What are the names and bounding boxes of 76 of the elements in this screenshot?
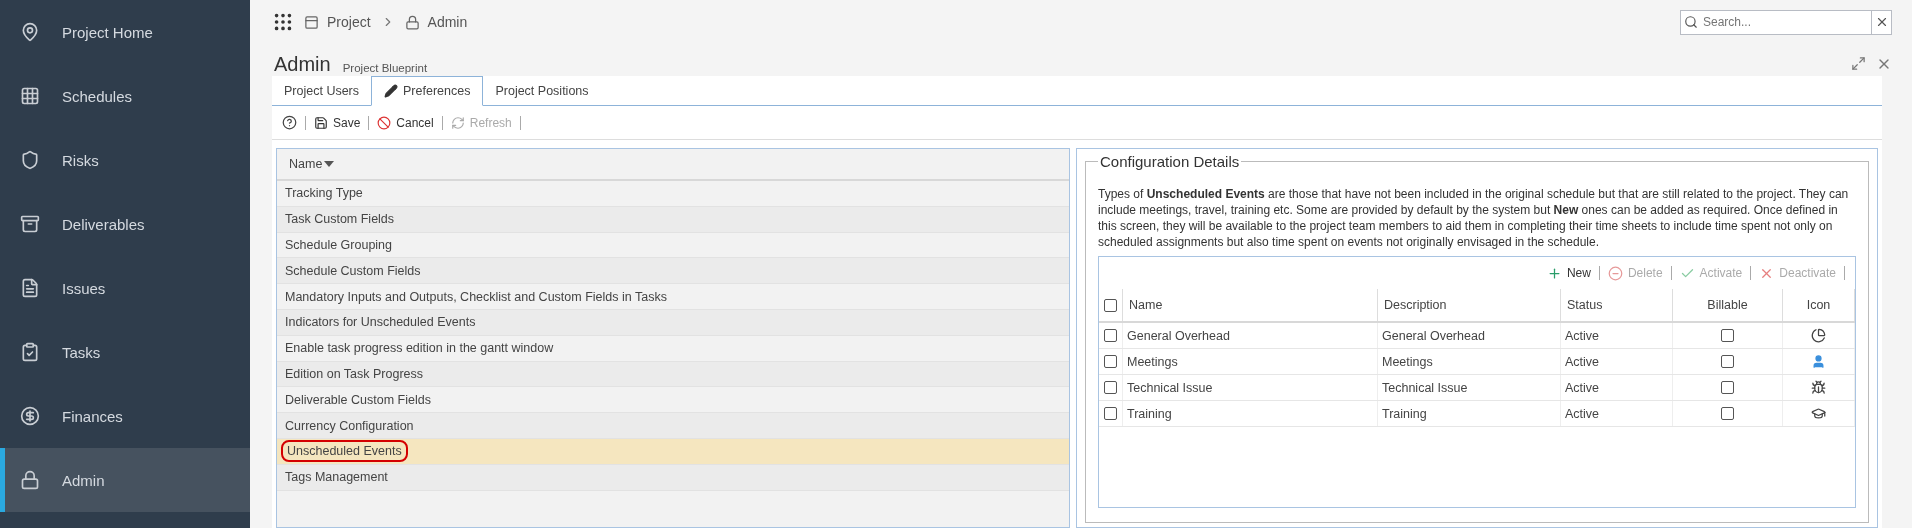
table-cell: Active — [1561, 401, 1673, 426]
row-checkbox[interactable] — [1104, 355, 1117, 368]
table-cell: General Overhead — [1123, 323, 1378, 348]
refresh-icon — [450, 115, 465, 130]
search-field[interactable]: Search... — [1701, 14, 1871, 30]
sidebar-icon — [20, 86, 40, 106]
tab[interactable]: Project Users — [272, 76, 372, 105]
page-title: Admin — [274, 53, 331, 76]
toolbar-button[interactable]: Cancel — [377, 115, 434, 130]
sidebar-icon — [20, 342, 40, 362]
panel-icon — [304, 14, 319, 30]
search-icon — [1684, 15, 1698, 29]
sort-icon — [324, 161, 335, 167]
tab[interactable]: Project Positions — [483, 76, 601, 105]
help-icon[interactable] — [282, 115, 297, 130]
sidebar-icon — [20, 150, 40, 170]
sidebar-item[interactable]: Finances — [0, 384, 250, 448]
list-row[interactable]: Currency Configuration — [277, 413, 1069, 439]
table-cell: Training — [1378, 401, 1561, 426]
billable-checkbox[interactable] — [1721, 355, 1734, 368]
sidebar-item[interactable]: Admin — [0, 448, 250, 512]
row-checkbox[interactable] — [1104, 381, 1117, 394]
pencil-icon — [384, 84, 399, 98]
row-checkbox[interactable] — [1104, 407, 1117, 420]
table-cell: Technical Issue — [1123, 375, 1378, 400]
column-header[interactable]: Description — [1378, 289, 1561, 321]
tab[interactable]: Preferences — [371, 76, 484, 106]
select-all-checkbox[interactable] — [1104, 298, 1117, 312]
table-cell: Meetings — [1378, 349, 1561, 374]
save-icon — [314, 115, 328, 130]
sidebar-icon — [20, 278, 40, 298]
billable-checkbox[interactable] — [1721, 329, 1734, 342]
sidebar-icon — [20, 214, 40, 234]
row-checkbox[interactable] — [1104, 329, 1117, 342]
table-cell: Technical Issue — [1378, 375, 1561, 400]
sidebar-item[interactable]: Project Home — [0, 0, 250, 64]
sidebar-icon — [20, 406, 40, 426]
sidebar-item[interactable]: Issues — [0, 256, 250, 320]
table-cell: General Overhead — [1378, 323, 1561, 348]
breadcrumb-link[interactable]: Admin — [404, 14, 468, 30]
search-box[interactable]: Search... — [1680, 9, 1892, 35]
action-button[interactable]: New — [1546, 265, 1591, 281]
list-row[interactable]: Tags Management — [277, 464, 1069, 491]
list-row[interactable]: Indicators for Unscheduled Events — [277, 310, 1069, 336]
cancel-icon — [377, 115, 392, 130]
list-row[interactable]: Task Custom Fields — [277, 206, 1069, 233]
section-title: Configuration Details — [1099, 153, 1241, 170]
table-cell: Training — [1123, 401, 1378, 426]
column-header[interactable]: Billable — [1673, 289, 1783, 321]
expand-icon[interactable] — [1851, 56, 1866, 71]
plus-icon — [1546, 265, 1562, 281]
list-row[interactable]: Edition on Task Progress — [277, 361, 1069, 388]
toolbar-button[interactable]: Save — [314, 115, 361, 130]
column-header[interactable]: Name — [1123, 289, 1378, 321]
sidebar-item[interactable]: Tasks — [0, 320, 250, 384]
table-cell: Active — [1561, 375, 1673, 400]
billable-checkbox[interactable] — [1721, 381, 1734, 394]
billable-checkbox[interactable] — [1721, 407, 1734, 420]
page-subtitle: Project Blueprint — [342, 62, 428, 76]
table-cell: Active — [1561, 323, 1673, 348]
sidebar-icon — [20, 22, 40, 42]
sidebar-item[interactable]: Deliverables — [0, 192, 250, 256]
list-row[interactable]: Schedule Custom Fields — [277, 258, 1069, 285]
column-header[interactable]: Status — [1561, 289, 1673, 321]
sidebar-item[interactable]: Schedules — [0, 64, 250, 128]
sidebar-item[interactable]: Risks — [0, 128, 250, 192]
table-cell: Active — [1561, 349, 1673, 374]
lock-icon — [404, 14, 420, 30]
list-row[interactable]: Unscheduled Events — [277, 438, 1069, 465]
breadcrumb-link[interactable]: Project — [304, 14, 371, 30]
table-cell: Meetings — [1123, 349, 1378, 374]
sidebar-icon — [20, 470, 40, 490]
minus-icon — [1607, 265, 1623, 281]
description: Types of Unscheduled Events are those that have not been included in the original schedule but that are still related to the project. They can include meetings, travel, training etc. Some are provided by default by the system but New ones can be added as required. Once defined in this screen, they will be available to the project team members to aid them in completing their time sheets to include time spent not only on scheduled assignments but also time spent on events not originally envisaged in the schedule. — [1098, 186, 1850, 250]
app-grid-icon[interactable] — [272, 11, 294, 33]
column-header[interactable]: Icon — [1783, 289, 1855, 321]
